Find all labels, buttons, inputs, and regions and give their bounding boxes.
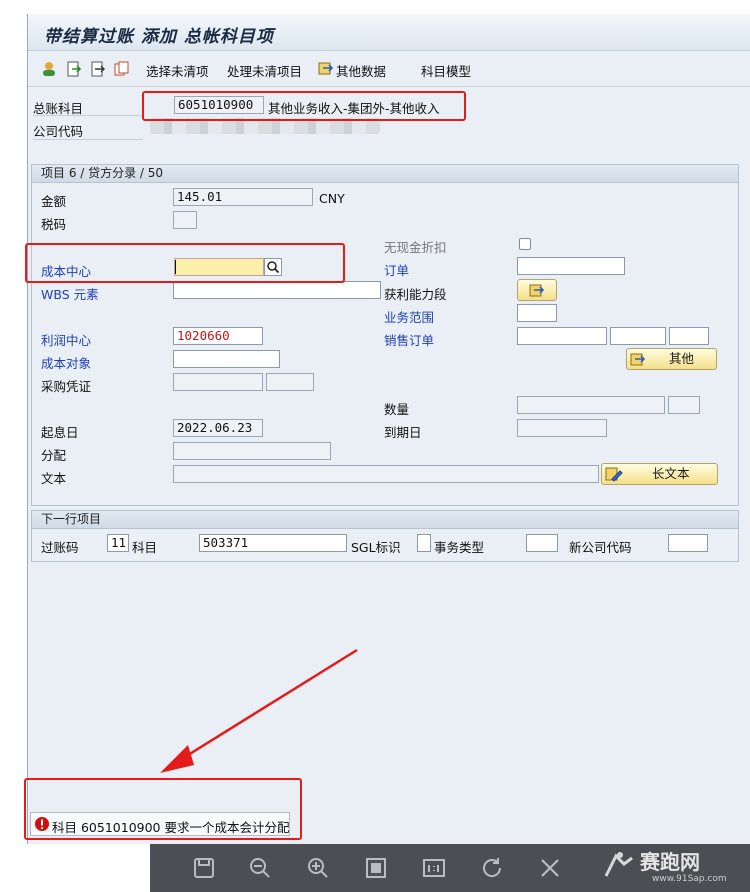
zoom-in-icon[interactable] <box>306 856 330 880</box>
zoom-out-icon[interactable] <box>248 856 272 880</box>
divider <box>33 115 143 116</box>
edit-arrow-icon <box>630 353 646 366</box>
profit-center-label: 利润中心 <box>41 333 92 348</box>
value-date-field[interactable]: 2022.06.23 <box>173 419 263 437</box>
process-open-items-button[interactable]: 处理未清项目 <box>227 61 302 80</box>
company-code-label: 公司代码 <box>33 124 84 139</box>
order-field[interactable] <box>517 257 625 275</box>
value-date-label: 起息日 <box>41 425 79 440</box>
save-icon[interactable] <box>192 856 216 880</box>
business-area-field[interactable] <box>517 304 557 322</box>
posting-key-label: 过账码 <box>41 540 79 555</box>
due-date-field[interactable] <box>517 419 607 437</box>
sales-order-field[interactable] <box>517 327 607 345</box>
next-item-group-title: 下一行项目 <box>32 511 738 529</box>
people-icon[interactable] <box>40 61 58 77</box>
transaction-type-field[interactable] <box>526 534 558 552</box>
watermark: 赛跑网 www.91Sap.com <box>600 844 750 892</box>
more-button[interactable]: 其他 <box>626 348 717 370</box>
cash-discount-label: 无现金折扣 <box>384 240 447 255</box>
transaction-type-label: 事务类型 <box>434 540 485 555</box>
window-title: 带结算过账 添加 总帐科目项 <box>44 27 274 47</box>
wbs-element-label: WBS 元素 <box>41 287 99 302</box>
quantity-field[interactable] <box>517 396 665 414</box>
toolbar: 选择未清项 处理未清项目 其他数据 科目模型 <box>28 52 750 87</box>
pencil-note-icon <box>605 467 623 482</box>
new-company-code-label: 新公司代码 <box>569 540 632 555</box>
text-field[interactable] <box>173 465 599 483</box>
quantity-label: 数量 <box>384 402 410 417</box>
more-button-label: 其他 <box>669 351 695 366</box>
actual-size-icon[interactable] <box>422 856 446 880</box>
tax-code-label: 税码 <box>41 217 67 232</box>
profitability-segment-label: 获利能力段 <box>384 287 447 302</box>
highlight-gl-account <box>142 91 466 121</box>
document-arrow-icon[interactable] <box>90 61 106 77</box>
purchasing-doc-item-field[interactable] <box>266 373 314 391</box>
text-label: 文本 <box>41 471 67 486</box>
account-field[interactable]: 503371 <box>199 534 347 552</box>
cost-object-field[interactable] <box>173 350 280 368</box>
highlight-cost-center <box>25 243 345 283</box>
edit-arrow-icon[interactable] <box>318 60 334 76</box>
copy-icon[interactable] <box>114 61 130 77</box>
document-forward-icon[interactable] <box>66 61 82 77</box>
unit-field[interactable] <box>668 396 700 414</box>
sales-order-label: 销售订单 <box>384 333 435 348</box>
image-viewer-toolbar: 赛跑网 www.91Sap.com <box>150 844 750 892</box>
purchasing-doc-field[interactable] <box>173 373 263 391</box>
highlight-status-bar <box>24 778 302 840</box>
long-text-button-label: 长文本 <box>652 466 690 481</box>
business-area-label: 业务范围 <box>384 310 435 325</box>
sales-order-item-field[interactable] <box>610 327 666 345</box>
posting-key-field[interactable]: 11 <box>107 534 129 552</box>
long-text-button[interactable]: 长文本 <box>601 463 718 485</box>
wbs-element-field[interactable] <box>173 281 381 299</box>
sgl-indicator-label: SGL标识 <box>351 540 401 555</box>
purchasing-doc-label: 采购凭证 <box>41 379 92 394</box>
due-date-label: 到期日 <box>384 425 422 440</box>
order-label: 订单 <box>384 263 410 278</box>
close-icon[interactable] <box>538 856 562 880</box>
rotate-icon[interactable] <box>480 856 504 880</box>
other-data-button[interactable]: 其他数据 <box>336 61 386 80</box>
tax-code-field[interactable] <box>173 211 197 229</box>
sap-window: 带结算过账 添加 总帐科目项 选择未清项 处理未清项目 其他数据 科目模型 总账… <box>27 14 750 844</box>
assignment-field[interactable] <box>173 442 331 460</box>
profit-center-field[interactable]: 1020660 <box>173 327 263 345</box>
new-company-code-field[interactable] <box>668 534 708 552</box>
edit-arrow-icon <box>529 284 545 297</box>
currency-label: CNY <box>319 191 345 206</box>
account-label: 科目 <box>132 540 158 555</box>
annotation-arrow <box>160 648 358 773</box>
profitability-segment-button[interactable] <box>517 279 557 301</box>
assignment-label: 分配 <box>41 448 67 463</box>
amount-field[interactable]: 145.01 <box>173 188 313 206</box>
item-group-title: 项目 6 / 贷方分录 / 50 <box>32 165 738 183</box>
divider <box>33 139 143 140</box>
account-model-button[interactable]: 科目模型 <box>421 61 471 80</box>
cash-discount-checkbox[interactable] <box>519 238 531 250</box>
fit-screen-icon[interactable] <box>364 856 388 880</box>
sales-order-schedule-field[interactable] <box>669 327 709 345</box>
title-bar: 带结算过账 添加 总帐科目项 <box>28 14 750 51</box>
amount-label: 金额 <box>41 194 67 209</box>
watermark-brand: 赛跑网 <box>640 850 700 874</box>
cost-object-label: 成本对象 <box>41 356 92 371</box>
runner-logo-icon <box>604 852 633 877</box>
choose-open-items-button[interactable]: 选择未清项 <box>146 61 209 80</box>
watermark-url: www.91Sap.com <box>652 874 727 884</box>
sgl-indicator-field[interactable] <box>417 534 431 552</box>
